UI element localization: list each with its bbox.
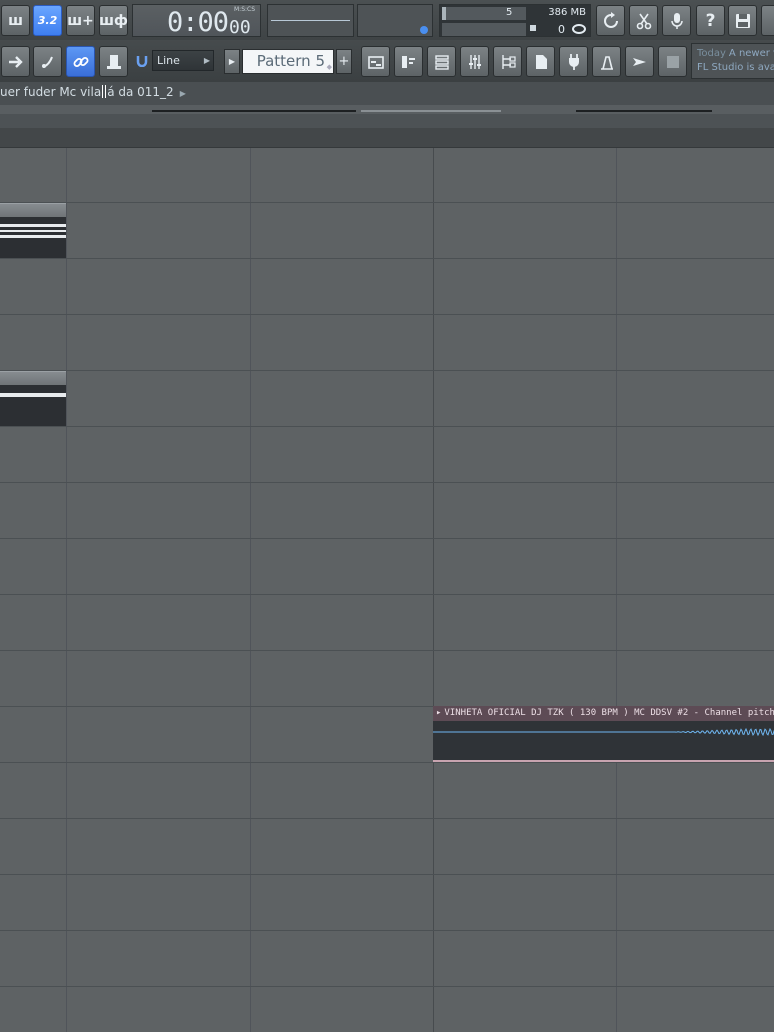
hint-panel[interactable] bbox=[357, 4, 433, 37]
hint-bar: uer fuder Mc vila á da 011_2 ▶ bbox=[0, 82, 774, 105]
magnet-icon bbox=[136, 56, 148, 67]
time-centiseconds: 00 bbox=[229, 17, 251, 38]
export-icon[interactable] bbox=[761, 5, 774, 36]
slide-note-icon[interactable] bbox=[33, 46, 62, 77]
chevron-right-icon: ▶ bbox=[203, 56, 210, 65]
pattern-name: Pattern 5 bbox=[256, 52, 325, 70]
file-icon[interactable] bbox=[526, 46, 555, 77]
chevron-right-icon: ▶ bbox=[179, 89, 186, 98]
pattern-clip[interactable] bbox=[0, 203, 66, 258]
playlist-timeline[interactable] bbox=[0, 128, 774, 148]
undo-icon[interactable] bbox=[596, 5, 625, 36]
fl-logo-icon[interactable] bbox=[658, 46, 687, 77]
playlist-scrollbar[interactable] bbox=[0, 114, 774, 128]
browser-icon[interactable] bbox=[493, 46, 522, 77]
mixer-icon[interactable] bbox=[460, 46, 489, 77]
toolbar-top: ш 3.2 ш+ шф 0:00 00 M:S:CS 5 386 MB 0 ? bbox=[0, 0, 774, 40]
microphone-icon[interactable] bbox=[662, 5, 691, 36]
add-pattern-button[interactable]: ш+ bbox=[66, 5, 95, 36]
save-icon[interactable] bbox=[728, 5, 757, 36]
cpu-value: 5 bbox=[506, 7, 513, 18]
tempo-tapper-icon[interactable] bbox=[592, 46, 621, 77]
audio-clip-icon: ▸ bbox=[436, 708, 442, 718]
time-display-panel[interactable]: 0:00 00 M:S:CS bbox=[132, 4, 261, 38]
magic-hat-icon[interactable] bbox=[99, 46, 128, 77]
text-cursor-icon bbox=[102, 85, 107, 98]
scissors-icon[interactable] bbox=[629, 5, 658, 36]
fl-studio-window: ш 3.2 ш+ шф 0:00 00 M:S:CS 5 386 MB 0 ? … bbox=[0, 0, 774, 1032]
snap-value: Line bbox=[157, 54, 180, 67]
time-format-label: M:S:CS bbox=[234, 6, 256, 13]
audio-clip[interactable]: ▸ VINHETA OFICIAL DJ TZK ( 130 BPM ) MC D… bbox=[433, 706, 774, 762]
send-icon[interactable] bbox=[625, 46, 654, 77]
plugin-icon[interactable] bbox=[559, 46, 588, 77]
playlist-grid[interactable]: ▸ VINHETA OFICIAL DJ TZK ( 130 BPM ) MC D… bbox=[0, 148, 774, 1032]
cpu-memory-meter[interactable]: 5 386 MB 0 bbox=[439, 4, 591, 37]
polyphony-value: 0 bbox=[558, 23, 565, 36]
step-mode-button[interactable]: 3.2 bbox=[33, 5, 62, 36]
audio-clip-title: VINHETA OFICIAL DJ TZK ( 130 BPM ) MC DD… bbox=[444, 708, 774, 718]
oscilloscope[interactable] bbox=[267, 4, 354, 37]
arrow-right-icon[interactable] bbox=[1, 46, 30, 77]
playlist-toolbar bbox=[0, 105, 774, 114]
channel-rack-icon[interactable] bbox=[427, 46, 456, 77]
news-line1: A newer v bbox=[728, 48, 774, 59]
toolbar-bottom: Line ▶ ▶ Pattern 5 ◆ + Today A newer v F… bbox=[0, 40, 774, 82]
pattern-selector[interactable]: Pattern 5 ◆ bbox=[242, 49, 334, 74]
hint-text-after: á da 011_2 bbox=[107, 85, 174, 99]
hint-text-before: uer fuder Mc vila bbox=[0, 85, 102, 99]
snap-select[interactable]: Line ▶ bbox=[152, 50, 214, 71]
news-line2: FL Studio is avail bbox=[697, 62, 774, 73]
cpu-bar bbox=[442, 7, 447, 20]
news-today: Today bbox=[697, 48, 726, 59]
time-display: 0:00 bbox=[167, 7, 229, 38]
status-dot-icon bbox=[420, 26, 428, 34]
help-icon[interactable]: ? bbox=[696, 5, 725, 36]
playlist-icon[interactable] bbox=[361, 46, 390, 77]
piano-roll-icon[interactable] bbox=[394, 46, 423, 77]
memory-icon bbox=[530, 25, 536, 31]
news-panel[interactable]: Today A newer v FL Studio is avail bbox=[691, 43, 774, 79]
loop-record-button[interactable]: шф bbox=[99, 5, 128, 36]
pattern-prev-button[interactable]: ▶ bbox=[224, 49, 240, 74]
waveform bbox=[433, 727, 774, 737]
memory-value: 386 MB bbox=[548, 7, 586, 18]
spin-icon: ◆ bbox=[326, 63, 332, 71]
pattern-clip[interactable] bbox=[0, 371, 66, 426]
tempo-button[interactable]: ш bbox=[1, 5, 30, 36]
link-icon[interactable] bbox=[66, 46, 95, 77]
polyphony-icon bbox=[572, 24, 586, 34]
pattern-add-button[interactable]: + bbox=[336, 49, 352, 74]
